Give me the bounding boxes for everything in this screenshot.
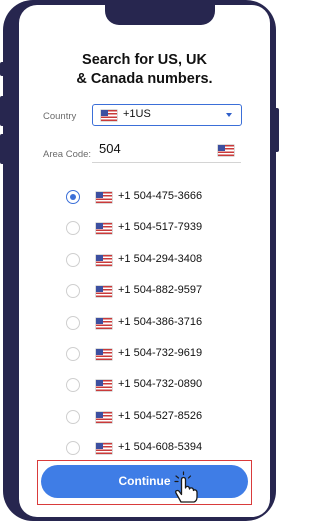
- phone-number-text: +1 504-294-3408: [118, 252, 203, 265]
- us-flag-icon: [218, 145, 234, 156]
- number-option-row[interactable]: +1 504-882-9597: [19, 278, 270, 306]
- number-option-row[interactable]: +1 504-732-9619: [19, 341, 270, 369]
- country-select[interactable]: +1US: [92, 104, 242, 126]
- mute-switch: [0, 62, 3, 76]
- number-option-row[interactable]: +1 504-517-7939: [19, 215, 270, 243]
- us-flag-icon: [101, 110, 117, 121]
- title-line-2: & Canada numbers.: [76, 71, 213, 87]
- country-label: Country: [43, 111, 77, 122]
- area-code-label: Area Code:: [43, 149, 92, 160]
- volume-up-button: [0, 96, 3, 126]
- radio-unselected[interactable]: [66, 284, 80, 299]
- us-flag-icon: [96, 443, 112, 455]
- page-title: Search for US, UK & Canada numbers.: [19, 51, 270, 89]
- phone-number-text: +1 504-732-0890: [118, 378, 203, 391]
- phone-number-text: +1 504-527-8526: [118, 409, 203, 422]
- us-flag-icon: [96, 223, 112, 235]
- number-option-row[interactable]: +1 504-527-8526: [19, 404, 270, 432]
- us-flag-icon: [96, 254, 112, 266]
- continue-button[interactable]: Continue: [41, 465, 248, 498]
- phone-number-text: +1 504-732-9619: [118, 347, 203, 359]
- hand-pointer-icon: [174, 471, 198, 503]
- power-button: [276, 108, 279, 152]
- phone-notch: [105, 5, 215, 25]
- phone-number-text: +1 504-608-5394: [118, 441, 203, 454]
- us-flag-icon: [96, 411, 112, 423]
- phone-number-text: +1 504-475-3666: [118, 190, 203, 202]
- phone-number-text: +1 504-882-9597: [118, 284, 203, 297]
- radio-unselected[interactable]: [66, 441, 80, 456]
- us-flag-icon: [96, 380, 112, 392]
- area-code-underline: [92, 162, 241, 163]
- number-option-row[interactable]: +1 504-475-3666: [19, 184, 270, 212]
- phone-frame: Search for US, UK & Canada numbers. Coun…: [0, 0, 279, 521]
- radio-unselected[interactable]: [66, 378, 80, 393]
- volume-down-button: [0, 134, 3, 164]
- radio-selected[interactable]: [66, 190, 80, 204]
- caret-down-icon: [226, 113, 232, 117]
- phone-number-text: +1 504-386-3716: [118, 315, 203, 328]
- radio-unselected[interactable]: [66, 347, 80, 361]
- us-flag-icon: [96, 286, 112, 298]
- radio-unselected[interactable]: [66, 315, 80, 330]
- us-flag-icon: [96, 192, 112, 203]
- radio-unselected[interactable]: [66, 409, 80, 424]
- radio-unselected[interactable]: [66, 252, 80, 267]
- title-line-1: Search for US, UK: [82, 52, 207, 68]
- radio-unselected[interactable]: [66, 221, 80, 236]
- area-code-input[interactable]: 504: [99, 141, 121, 156]
- number-option-row[interactable]: +1 504-294-3408: [19, 247, 270, 275]
- us-flag-icon: [96, 317, 112, 329]
- number-option-row[interactable]: +1 504-608-5394: [19, 435, 270, 463]
- phone-number-text: +1 504-517-7939: [118, 221, 203, 234]
- us-flag-icon: [96, 349, 112, 360]
- country-selected-value: +1US: [123, 108, 151, 120]
- phone-screen: Search for US, UK & Canada numbers. Coun…: [19, 5, 270, 517]
- number-option-row[interactable]: +1 504-732-0890: [19, 372, 270, 400]
- number-option-row[interactable]: +1 504-386-3716: [19, 310, 270, 338]
